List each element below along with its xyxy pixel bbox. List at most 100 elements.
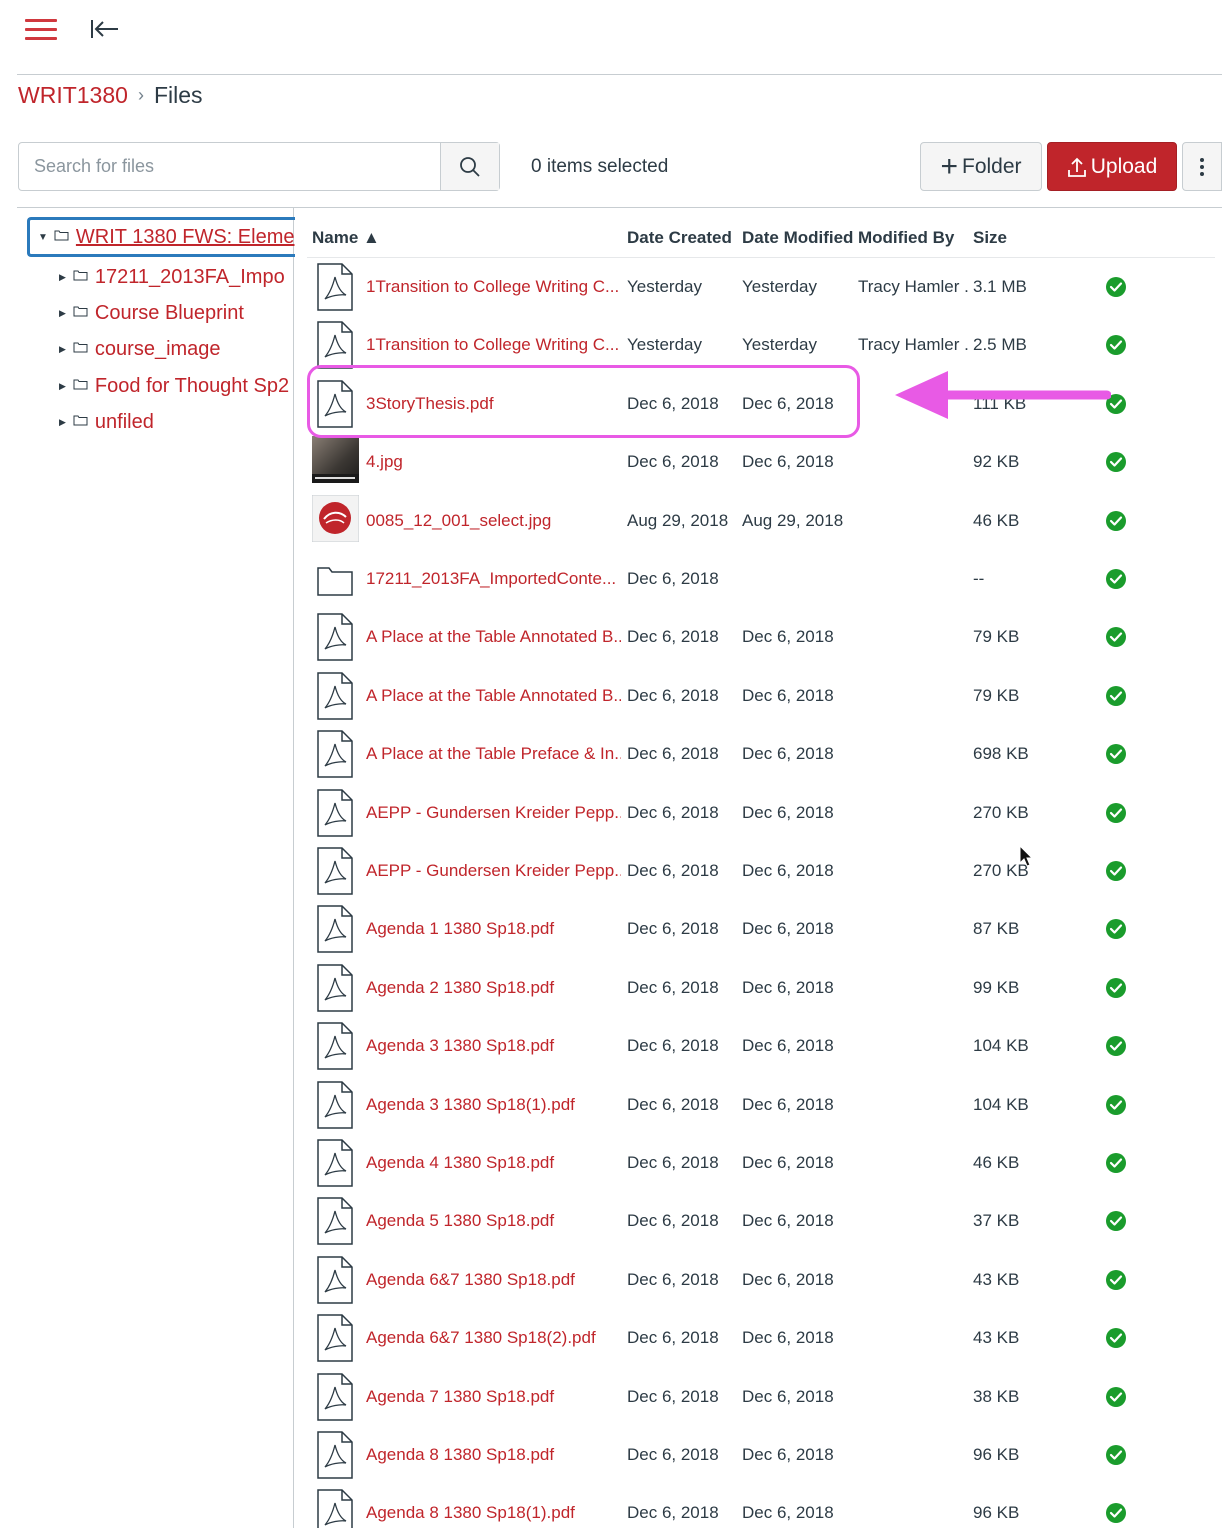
file-name-link[interactable]: A Place at the Table Annotated B... bbox=[366, 627, 621, 647]
file-name-link[interactable]: Agenda 3 1380 Sp18.pdf bbox=[366, 1036, 621, 1056]
file-row[interactable]: AEPP - Gundersen Kreider Pepp... Dec 6, 2… bbox=[307, 842, 1215, 900]
file-name-link[interactable]: 1Transition to College Writing C... bbox=[366, 277, 621, 297]
file-row[interactable]: 4.jpg Dec 6, 2018 Dec 6, 2018 92 KB bbox=[307, 433, 1215, 491]
published-check-icon[interactable] bbox=[1105, 276, 1127, 298]
file-row[interactable]: Agenda 7 1380 Sp18.pdf Dec 6, 2018 Dec 6, … bbox=[307, 1368, 1215, 1426]
column-header-modified-by[interactable]: Modified By bbox=[858, 228, 954, 248]
file-name-link[interactable]: 17211_2013FA_ImportedConte... bbox=[366, 569, 621, 589]
collapsed-triangle-icon[interactable]: ▶ bbox=[59, 344, 66, 355]
upload-button[interactable]: Upload bbox=[1047, 142, 1177, 191]
published-check-icon[interactable] bbox=[1105, 1386, 1127, 1408]
published-check-icon[interactable] bbox=[1105, 685, 1127, 707]
search-button[interactable] bbox=[440, 143, 499, 190]
more-options-button[interactable] bbox=[1182, 142, 1222, 191]
file-date-created: Dec 6, 2018 bbox=[627, 802, 719, 822]
tree-item-course-image[interactable]: ▶ course_image bbox=[59, 334, 293, 364]
file-row[interactable]: 1Transition to College Writing C... Yeste… bbox=[307, 316, 1215, 374]
file-row[interactable]: Agenda 1 1380 Sp18.pdf Dec 6, 2018 Dec 6, … bbox=[307, 900, 1215, 958]
published-check-icon[interactable] bbox=[1105, 1152, 1127, 1174]
published-check-icon[interactable] bbox=[1105, 568, 1127, 590]
file-row[interactable]: Agenda 6&7 1380 Sp18(2).pdf Dec 6, 2018 De… bbox=[307, 1309, 1215, 1367]
published-check-icon[interactable] bbox=[1105, 977, 1127, 999]
tree-item-unfiled[interactable]: ▶ unfiled bbox=[59, 407, 293, 437]
tree-item-food-for-thought[interactable]: ▶ Food for Thought Sp2 bbox=[59, 371, 293, 401]
column-header-date-modified[interactable]: Date Modified bbox=[742, 228, 853, 248]
published-check-icon[interactable] bbox=[1105, 860, 1127, 882]
breadcrumb-course-link[interactable]: WRIT1380 bbox=[18, 82, 128, 109]
published-check-icon[interactable] bbox=[1105, 393, 1127, 415]
hamburger-menu-icon[interactable] bbox=[25, 19, 57, 41]
file-name-link[interactable]: 3StoryThesis.pdf bbox=[366, 394, 621, 414]
file-row[interactable]: Agenda 6&7 1380 Sp18.pdf Dec 6, 2018 Dec 6… bbox=[307, 1251, 1215, 1309]
file-date-created: Dec 6, 2018 bbox=[627, 1328, 719, 1348]
file-name-link[interactable]: AEPP - Gundersen Kreider Pepp... bbox=[366, 803, 621, 823]
published-check-icon[interactable] bbox=[1105, 1327, 1127, 1349]
collapsed-triangle-icon[interactable]: ▶ bbox=[59, 417, 66, 428]
file-row[interactable]: Agenda 8 1380 Sp18(1).pdf Dec 6, 2018 Dec … bbox=[307, 1484, 1215, 1528]
file-name-link[interactable]: A Place at the Table Preface & In... bbox=[366, 744, 621, 764]
collapsed-triangle-icon[interactable]: ▶ bbox=[59, 272, 66, 283]
published-check-icon[interactable] bbox=[1105, 1502, 1127, 1524]
file-row[interactable]: 1Transition to College Writing C... Yeste… bbox=[307, 258, 1215, 316]
file-name-link[interactable]: Agenda 5 1380 Sp18.pdf bbox=[366, 1211, 621, 1231]
search-input[interactable] bbox=[19, 143, 440, 190]
column-header-name[interactable]: Name ▲ bbox=[312, 228, 380, 248]
file-name-link[interactable]: Agenda 4 1380 Sp18.pdf bbox=[366, 1153, 621, 1173]
published-check-icon[interactable] bbox=[1105, 1210, 1127, 1232]
file-row[interactable]: 0085_12_001_select.jpg Aug 29, 2018 Aug 29… bbox=[307, 492, 1215, 550]
tree-root-folder[interactable]: ▼ WRIT 1380 FWS: Eleme bbox=[27, 217, 295, 257]
collapse-nav-icon[interactable] bbox=[88, 16, 120, 42]
file-row[interactable]: A Place at the Table Annotated B... Dec 6… bbox=[307, 667, 1215, 725]
published-check-icon[interactable] bbox=[1105, 1269, 1127, 1291]
file-name-link[interactable]: Agenda 2 1380 Sp18.pdf bbox=[366, 978, 621, 998]
file-name-link[interactable]: Agenda 6&7 1380 Sp18.pdf bbox=[366, 1270, 621, 1290]
file-name-link[interactable]: Agenda 6&7 1380 Sp18(2).pdf bbox=[366, 1328, 621, 1348]
published-check-icon[interactable] bbox=[1105, 451, 1127, 473]
pdf-file-icon bbox=[316, 1080, 354, 1129]
expanded-triangle-icon[interactable]: ▼ bbox=[38, 232, 48, 243]
file-row[interactable]: Agenda 5 1380 Sp18.pdf Dec 6, 2018 Dec 6, … bbox=[307, 1192, 1215, 1250]
collapsed-triangle-icon[interactable]: ▶ bbox=[59, 381, 66, 392]
published-check-icon[interactable] bbox=[1105, 334, 1127, 356]
file-row[interactable]: AEPP - Gundersen Kreider Pepp... Dec 6, 2… bbox=[307, 784, 1215, 842]
file-size: 96 KB bbox=[973, 1445, 1020, 1464]
pdf-file-icon bbox=[316, 1372, 354, 1421]
tree-item-label: unfiled bbox=[94, 410, 154, 433]
pdf-file-icon bbox=[316, 730, 354, 778]
published-check-icon[interactable] bbox=[1105, 1094, 1127, 1116]
tree-item-course-blueprint[interactable]: ▶ Course Blueprint bbox=[59, 298, 293, 328]
published-check-icon[interactable] bbox=[1105, 802, 1127, 824]
file-name-link[interactable]: Agenda 1 1380 Sp18.pdf bbox=[366, 919, 621, 939]
file-name-link[interactable]: A Place at the Table Annotated B... bbox=[366, 686, 621, 706]
published-check-icon[interactable] bbox=[1105, 626, 1127, 648]
published-check-icon[interactable] bbox=[1105, 1444, 1127, 1466]
file-name-link[interactable]: 0085_12_001_select.jpg bbox=[366, 511, 621, 531]
column-header-size[interactable]: Size bbox=[973, 228, 1007, 248]
file-row[interactable]: 17211_2013FA_ImportedConte... Dec 6, 2018… bbox=[307, 550, 1215, 608]
file-row[interactable]: 3StoryThesis.pdf Dec 6, 2018 Dec 6, 2018 11… bbox=[307, 375, 1215, 433]
file-date-modified: Dec 6, 2018 bbox=[742, 1211, 834, 1231]
file-row[interactable]: Agenda 2 1380 Sp18.pdf Dec 6, 2018 Dec 6, … bbox=[307, 959, 1215, 1017]
file-name-link[interactable]: Agenda 8 1380 Sp18.pdf bbox=[366, 1445, 621, 1465]
file-name-link[interactable]: Agenda 8 1380 Sp18(1).pdf bbox=[366, 1503, 621, 1523]
published-check-icon[interactable] bbox=[1105, 1035, 1127, 1057]
column-header-date-created[interactable]: Date Created bbox=[627, 228, 732, 248]
file-row[interactable]: A Place at the Table Preface & In... Dec … bbox=[307, 725, 1215, 783]
file-row[interactable]: Agenda 8 1380 Sp18.pdf Dec 6, 2018 Dec 6, … bbox=[307, 1426, 1215, 1484]
file-date-created: Dec 6, 2018 bbox=[627, 1094, 719, 1114]
published-check-icon[interactable] bbox=[1105, 743, 1127, 765]
file-name-link[interactable]: 4.jpg bbox=[366, 452, 621, 472]
collapsed-triangle-icon[interactable]: ▶ bbox=[59, 308, 66, 319]
file-row[interactable]: A Place at the Table Annotated B... Dec 6… bbox=[307, 608, 1215, 666]
file-name-link[interactable]: Agenda 3 1380 Sp18(1).pdf bbox=[366, 1095, 621, 1115]
file-row[interactable]: Agenda 3 1380 Sp18.pdf Dec 6, 2018 Dec 6, … bbox=[307, 1017, 1215, 1075]
published-check-icon[interactable] bbox=[1105, 510, 1127, 532]
tree-item-17211[interactable]: ▶ 17211_2013FA_Impo bbox=[59, 262, 293, 292]
add-folder-button[interactable]: + Folder bbox=[920, 142, 1042, 191]
file-row[interactable]: Agenda 4 1380 Sp18.pdf Dec 6, 2018 Dec 6, … bbox=[307, 1134, 1215, 1192]
file-name-link[interactable]: 1Transition to College Writing C... bbox=[366, 335, 621, 355]
published-check-icon[interactable] bbox=[1105, 918, 1127, 940]
file-row[interactable]: Agenda 3 1380 Sp18(1).pdf Dec 6, 2018 Dec … bbox=[307, 1076, 1215, 1134]
file-name-link[interactable]: AEPP - Gundersen Kreider Pepp... bbox=[366, 861, 621, 881]
file-name-link[interactable]: Agenda 7 1380 Sp18.pdf bbox=[366, 1387, 621, 1407]
